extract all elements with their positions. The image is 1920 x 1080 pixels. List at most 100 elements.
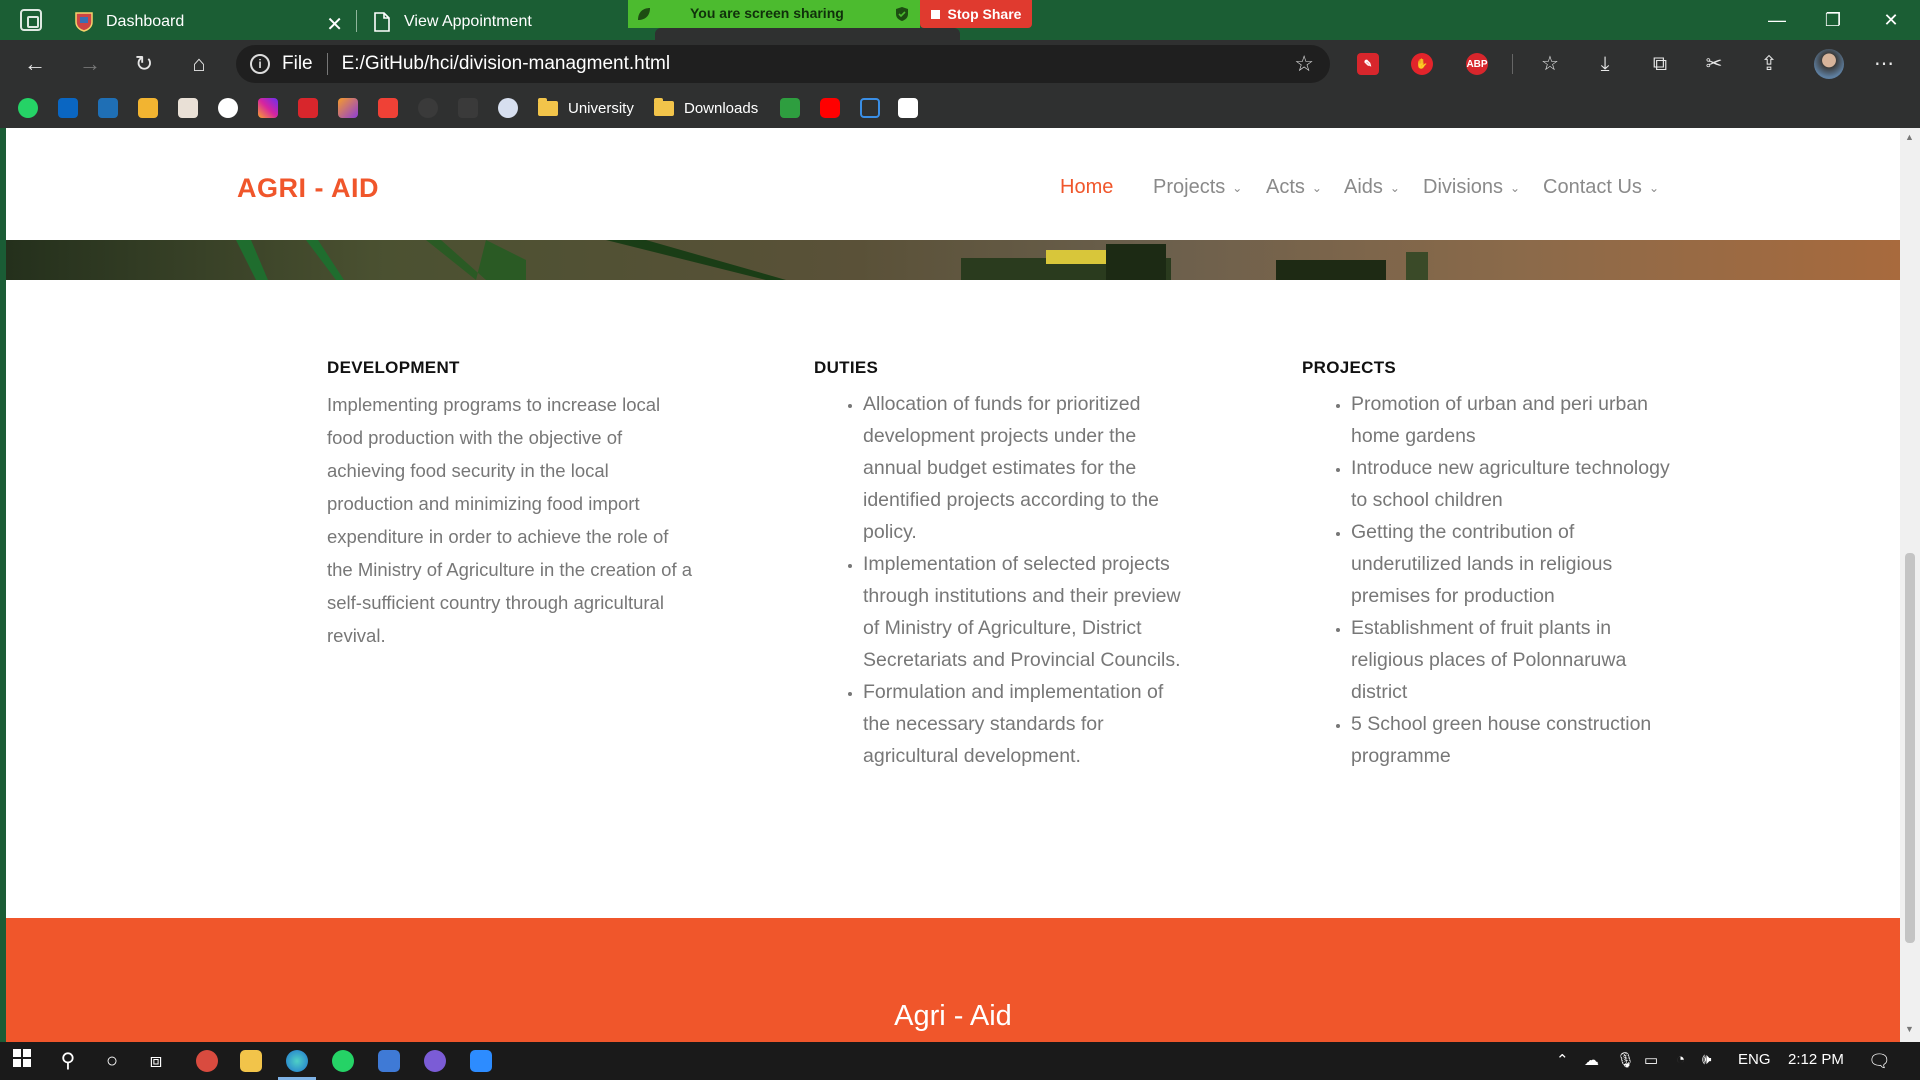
folder-icon (654, 97, 674, 116)
language-indicator[interactable]: ENG (1738, 1051, 1771, 1068)
adblock-extension-icon[interactable]: ABP (1466, 53, 1488, 75)
scroll-down-arrow-icon[interactable]: ▼ (1905, 1024, 1914, 1034)
favorites-icon[interactable]: ☆ (1536, 50, 1564, 78)
site-header: AGRI - AID Home Projects ⌄ Acts ⌄ Aids ⌄… (6, 128, 1900, 240)
camera-bookmark-icon[interactable] (138, 98, 158, 118)
pocket-bookmark-icon[interactable] (378, 98, 398, 118)
share-icon[interactable]: ⇪ (1755, 50, 1783, 78)
whatsapp-bookmark-icon[interactable] (18, 98, 38, 118)
zoom-icon[interactable] (470, 1050, 492, 1072)
nav-divisions[interactable]: Divisions ⌄ (1423, 176, 1520, 199)
adobe-bookmark-icon[interactable] (898, 98, 918, 118)
chevron-up-icon[interactable]: ⌃ (1556, 1051, 1569, 1069)
footer-title: Agri - Aid (894, 1000, 1012, 1032)
pen-extension-icon[interactable]: ✎ (1357, 53, 1379, 75)
nav-label: Acts (1266, 176, 1305, 198)
more-menu-icon[interactable]: ⋯ (1870, 50, 1898, 78)
boc-bookmark-icon[interactable] (458, 98, 478, 118)
onedrive-icon[interactable]: ☁ (1584, 1051, 1599, 1069)
back-button[interactable]: ← (17, 48, 53, 80)
whatsapp-icon[interactable] (332, 1050, 354, 1072)
bookmark-folder-university[interactable]: University (538, 96, 634, 120)
home-button[interactable]: ⌂ (181, 48, 217, 80)
address-bar[interactable]: i File E:/GitHub/hci/division-managment.… (236, 45, 1330, 83)
list-item: 5 School green house construction progra… (1351, 708, 1682, 772)
hand-extension-icon[interactable]: ✋ (1411, 53, 1433, 75)
cube-app-icon[interactable] (378, 1050, 400, 1072)
youtube-bookmark-icon[interactable] (820, 98, 840, 118)
forward-button[interactable]: → (72, 48, 108, 80)
duties-list: Allocation of funds for prioritized deve… (814, 388, 1194, 772)
bookmark-label: University (568, 99, 634, 117)
battery-icon[interactable]: ▭ (1644, 1051, 1658, 1069)
github-bookmark-icon[interactable] (218, 98, 238, 118)
x-logo-bookmark-icon[interactable] (860, 98, 880, 118)
downloads-icon[interactable]: ⤓ (1591, 50, 1619, 78)
web-capture-icon[interactable]: ✂ (1700, 50, 1728, 78)
refresh-button[interactable]: ↻ (126, 48, 162, 80)
emblem-bookmark-icon[interactable] (498, 98, 518, 118)
clock[interactable]: 2:12 PM (1788, 1051, 1844, 1068)
edge-browser-icon[interactable] (286, 1050, 308, 1072)
tab-view-appointment[interactable]: View Appointment (358, 4, 628, 40)
add-favorite-icon[interactable]: ☆ (1294, 51, 1314, 77)
minimize-button[interactable]: — (1754, 4, 1800, 36)
wifi-icon[interactable]: ◔ (1676, 1051, 1685, 1068)
hero-banner-image (6, 240, 1900, 280)
url-separator (326, 53, 328, 75)
crest-bookmark-icon[interactable] (178, 98, 198, 118)
search-icon[interactable]: ⚲ (55, 1048, 81, 1074)
scrollbar-thumb[interactable] (1905, 553, 1915, 943)
app-icon[interactable] (196, 1050, 218, 1072)
linkedin-bookmark-icon[interactable] (58, 98, 78, 118)
d-logo-bookmark-icon[interactable] (338, 98, 358, 118)
projects-section: PROJECTS Promotion of urban and peri urb… (1302, 358, 1682, 772)
nav-label: Aids (1344, 176, 1383, 198)
chevron-down-icon: ⌄ (1311, 180, 1322, 195)
chevron-down-icon: ⌄ (1232, 180, 1243, 195)
page-scrollbar[interactable]: ▲ ▼ (1900, 128, 1920, 1042)
site-logo[interactable]: AGRI - AID (237, 173, 379, 204)
scroll-up-arrow-icon[interactable]: ▲ (1905, 132, 1914, 142)
folder-icon (538, 97, 558, 116)
tab-label: Dashboard (106, 13, 185, 30)
restore-button[interactable]: ❐ (1810, 4, 1856, 36)
nav-contact-us[interactable]: Contact Us ⌄ (1543, 176, 1659, 199)
windows-start-icon[interactable] (9, 1048, 35, 1074)
stop-share-button[interactable]: Stop Share (920, 0, 1032, 28)
f-logo-bookmark-icon[interactable] (780, 98, 800, 118)
instagram-bookmark-icon[interactable] (258, 98, 278, 118)
video-bookmark-icon[interactable] (98, 98, 118, 118)
file-explorer-icon[interactable] (240, 1050, 262, 1072)
web-page: AGRI - AID Home Projects ⌄ Acts ⌄ Aids ⌄… (6, 128, 1900, 1042)
url-text[interactable]: E:/GitHub/hci/division-managment.html (342, 53, 670, 75)
circle-bookmark-icon[interactable] (418, 98, 438, 118)
nav-label: Contact Us (1543, 176, 1642, 198)
close-tab-icon[interactable]: ✕ (326, 12, 343, 37)
profile-avatar[interactable] (1814, 49, 1844, 79)
task-view-icon[interactable]: ⧈ (143, 1048, 169, 1074)
microphone-icon[interactable]: 🎙 (1616, 1051, 1635, 1069)
list-item: Promotion of urban and peri urban home g… (1351, 388, 1682, 452)
close-window-button[interactable]: ✕ (1868, 4, 1914, 36)
huawei-bookmark-icon[interactable] (298, 98, 318, 118)
bookmark-folder-downloads[interactable]: Downloads (654, 96, 758, 120)
tab-dashboard[interactable]: Dashboard ✕ (60, 4, 355, 40)
list-item: Getting the contribution of underutilize… (1351, 516, 1682, 612)
volume-icon[interactable]: 🕪 (1702, 1051, 1711, 1068)
duties-section: DUTIES Allocation of funds for prioritiz… (814, 358, 1194, 772)
nav-projects[interactable]: Projects ⌄ (1153, 176, 1242, 199)
sharing-status-text: You are screen sharing (690, 5, 844, 21)
nav-acts[interactable]: Acts ⌄ (1266, 176, 1322, 199)
notification-center-icon[interactable]: 🗨 (1868, 1051, 1891, 1072)
bookmark-label: Downloads (684, 99, 759, 117)
cortana-icon[interactable]: ○ (99, 1048, 125, 1074)
collections-icon[interactable]: ⧉ (1646, 50, 1674, 78)
nav-aids[interactable]: Aids ⌄ (1344, 176, 1400, 199)
info-icon[interactable]: i (250, 54, 270, 74)
protocol-label: File (282, 53, 313, 74)
github-desktop-icon[interactable] (424, 1050, 446, 1072)
list-item: Introduce new agriculture technology to … (1351, 452, 1682, 516)
nav-home[interactable]: Home (1060, 176, 1113, 199)
tab-actions-icon[interactable] (20, 9, 42, 31)
